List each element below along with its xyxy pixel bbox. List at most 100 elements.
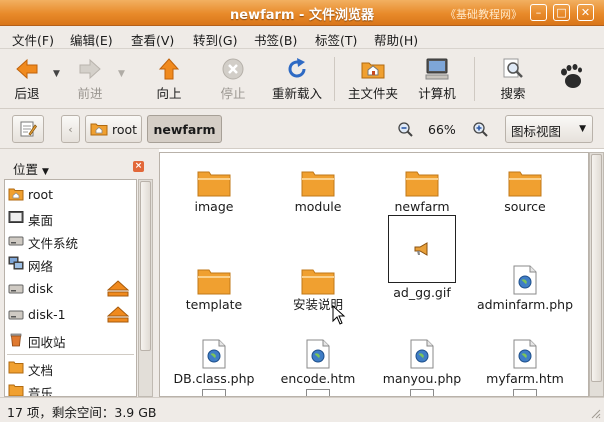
computer-icon xyxy=(425,58,449,80)
sidebar-item-disk-1[interactable]: disk-1 xyxy=(5,304,136,326)
forward-history-chevron-icon[interactable]: ▼ xyxy=(118,69,125,79)
file-item-image[interactable]: image xyxy=(162,157,266,215)
file-name: 安装说明 xyxy=(292,297,343,312)
file-item-db-class-php[interactable]: DB.class.php xyxy=(162,329,266,387)
toolbar: 后退 ▼ 前进 ▼ 向上 停止 重新载入 主文件夹 计算机 搜索 xyxy=(0,49,604,109)
folder-icon xyxy=(508,171,542,197)
file-item-source[interactable]: source xyxy=(473,157,577,215)
folder-icon xyxy=(301,171,335,197)
file-name: newfarm xyxy=(394,199,450,214)
close-sidebar-icon[interactable]: × xyxy=(133,161,144,172)
sidebar-item-trash[interactable]: 回收站 xyxy=(5,329,136,351)
resize-grip-icon[interactable] xyxy=(589,407,601,419)
sidebar-item-network[interactable]: 网络 xyxy=(5,253,136,275)
chevron-left-icon: ‹ xyxy=(68,122,73,136)
php-file-icon xyxy=(410,339,434,369)
file-item-partial[interactable] xyxy=(410,389,434,396)
php-file-icon xyxy=(202,339,226,369)
file-item-partial[interactable] xyxy=(306,389,330,396)
sidebar-item-documents[interactable]: 文档 xyxy=(5,357,136,379)
menu-help[interactable]: 帮助(H) xyxy=(374,30,418,49)
folder-icon xyxy=(8,384,24,396)
status-bar: 17 项，剩余空间：3.9 GB xyxy=(0,397,604,422)
sidebar-title: 位置 xyxy=(13,162,39,177)
folder-icon xyxy=(301,269,335,295)
network-icon xyxy=(8,256,24,270)
view-mode-select[interactable]: 图标视图 ▼ xyxy=(505,115,593,143)
eject-icon[interactable] xyxy=(107,280,129,298)
close-window-button[interactable]: ✕ xyxy=(577,4,594,21)
home-folder-icon xyxy=(361,62,385,79)
eject-icon[interactable] xyxy=(107,306,129,324)
file-view-scrollbar[interactable] xyxy=(589,152,604,397)
minimize-button[interactable]: – xyxy=(530,4,547,21)
sidebar-item-root[interactable]: root xyxy=(5,184,136,206)
sidebar: 位置 ▼ × root 桌面 文件系统 网络 disk disk-1 回收站 文… xyxy=(0,149,155,397)
home-folder-icon xyxy=(8,188,24,201)
file-item-encode-htm[interactable]: encode.htm xyxy=(266,329,370,387)
reload-button[interactable]: 重新载入 xyxy=(268,55,326,102)
file-item-template[interactable]: template xyxy=(162,255,266,313)
crumb-root[interactable]: root xyxy=(85,115,142,143)
mouse-cursor-icon xyxy=(332,305,346,325)
back-arrow-icon xyxy=(16,58,38,80)
file-item-partial[interactable] xyxy=(513,389,537,396)
file-view[interactable]: image module newfarm source template 安装说… xyxy=(159,152,589,397)
file-item-newfarm[interactable]: newfarm xyxy=(370,157,474,215)
gnome-foot-icon xyxy=(561,64,582,88)
menu-go[interactable]: 转到(G) xyxy=(193,30,237,49)
menu-bookmarks[interactable]: 书签(B) xyxy=(254,30,297,49)
file-item-manyou-php[interactable]: manyou.php xyxy=(370,329,474,387)
back-label: 后退 xyxy=(14,86,40,101)
menu-edit[interactable]: 编辑(E) xyxy=(70,30,113,49)
sidebar-item-music[interactable]: 音乐 xyxy=(5,380,136,397)
zoom-out-icon[interactable] xyxy=(397,121,413,137)
sidebar-item-desktop[interactable]: 桌面 xyxy=(5,207,136,229)
sidebar-item-label: 桌面 xyxy=(28,213,54,228)
crumb-scroll-left-button[interactable]: ‹ xyxy=(61,115,80,143)
crumb-newfarm-label: newfarm xyxy=(153,121,216,137)
file-item-partial[interactable] xyxy=(202,389,226,396)
sidebar-item-label: 回收站 xyxy=(28,335,66,350)
stop-icon xyxy=(222,58,244,80)
forward-button[interactable]: 前进 xyxy=(70,55,110,102)
crumb-newfarm[interactable]: newfarm xyxy=(147,115,222,143)
home-button[interactable]: 主文件夹 xyxy=(344,55,402,102)
zoom-in-icon[interactable] xyxy=(472,121,488,137)
back-button[interactable]: 后退 xyxy=(8,55,46,102)
file-item-adminfarm-php[interactable]: adminfarm.php xyxy=(473,255,577,313)
menu-file[interactable]: 文件(F) xyxy=(12,30,54,49)
computer-label: 计算机 xyxy=(418,86,456,101)
sidebar-scroll-thumb[interactable] xyxy=(140,181,151,351)
drive-icon xyxy=(8,236,24,246)
file-item-myfarm-htm[interactable]: myfarm.htm xyxy=(473,329,577,387)
file-item-module[interactable]: module xyxy=(266,157,370,215)
search-button[interactable]: 搜索 xyxy=(496,55,530,102)
sidebar-item-label: 音乐 xyxy=(28,386,54,397)
file-item-ad-gg-gif[interactable]: ad_gg.gif xyxy=(370,215,474,301)
places-list: root 桌面 文件系统 网络 disk disk-1 回收站 文档 音乐 xyxy=(4,179,137,397)
file-name: image xyxy=(194,199,234,214)
sidebar-item-disk[interactable]: disk xyxy=(5,278,136,300)
html-file-icon xyxy=(306,339,330,369)
toggle-location-entry-button[interactable] xyxy=(12,115,44,143)
back-history-chevron-icon[interactable]: ▼ xyxy=(53,69,60,79)
maximize-button[interactable]: □ xyxy=(553,4,570,21)
sidebar-scrollbar[interactable] xyxy=(138,179,153,397)
php-file-icon xyxy=(513,265,537,295)
home-folder-icon xyxy=(90,123,108,136)
sidebar-item-filesystem[interactable]: 文件系统 xyxy=(5,230,136,252)
sidebar-type-select[interactable]: 位置 ▼ xyxy=(13,159,49,178)
search-label: 搜索 xyxy=(500,86,526,101)
drive-icon xyxy=(8,284,24,294)
computer-button[interactable]: 计算机 xyxy=(414,55,460,102)
file-view-scroll-thumb[interactable] xyxy=(591,154,602,382)
edit-location-icon xyxy=(20,121,37,137)
menu-view[interactable]: 查看(V) xyxy=(131,30,174,49)
file-item-install-notes[interactable]: 安装说明 xyxy=(266,255,370,313)
up-button[interactable]: 向上 xyxy=(151,55,187,102)
file-name: adminfarm.php xyxy=(476,297,574,312)
stop-button[interactable]: 停止 xyxy=(214,55,252,102)
desktop-icon xyxy=(8,211,24,223)
menu-tabs[interactable]: 标签(T) xyxy=(315,30,357,49)
